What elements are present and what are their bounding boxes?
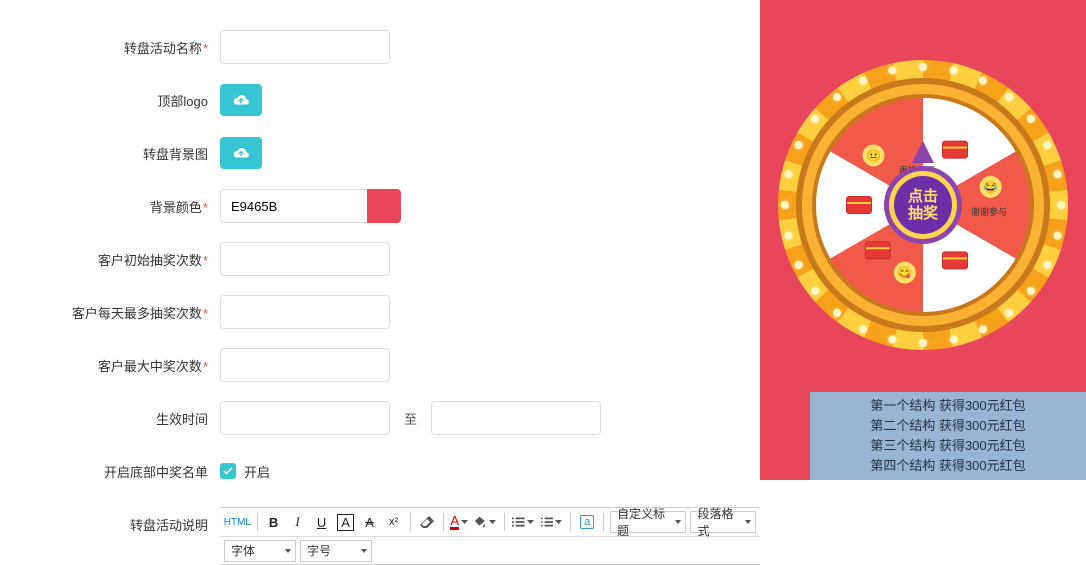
label-top-logo: 顶部logo <box>0 91 220 110</box>
row-max-count: 客户最大中奖次数* <box>0 348 760 382</box>
row-bg-color: 背景颜色* <box>0 189 760 223</box>
wheel-hub-button[interactable]: 点击 抽奖 <box>884 166 962 244</box>
editor-strike-button[interactable]: A <box>358 511 382 533</box>
row-description: 转盘活动说明 HTML B I U A A x² A <box>0 507 760 565</box>
upload-bg-button[interactable] <box>220 137 262 169</box>
row-bg-image: 转盘背景图 <box>0 136 760 170</box>
editor-backcolor-button[interactable] <box>471 511 500 533</box>
input-time-to[interactable] <box>431 401 601 435</box>
editor-border-button[interactable]: A <box>334 511 358 533</box>
input-activity-name[interactable] <box>220 30 390 64</box>
cloud-upload-icon <box>232 146 250 160</box>
label-init-count: 客户初始抽奖次数* <box>0 250 220 269</box>
editor-underline-button[interactable]: U <box>310 511 334 533</box>
chevron-down-icon <box>554 520 563 524</box>
label-max-count: 客户最大中奖次数* <box>0 356 220 375</box>
forecolor-a-icon: A <box>450 515 459 530</box>
checkbox-winners-label: 开启 <box>244 462 270 481</box>
editor-toolbar-row2: 字体 字号 <box>220 536 760 564</box>
sector-label: 谢谢参与 <box>971 205 1007 218</box>
separator <box>504 513 505 531</box>
editor-font-size-select[interactable]: 字号 <box>300 540 372 562</box>
editor-ordered-list-button[interactable] <box>509 511 538 533</box>
anchor-icon: a <box>580 515 594 529</box>
row-winners-toggle: 开启底部中奖名单 开启 <box>0 454 760 488</box>
separator <box>410 513 411 531</box>
emoji-icon: 😋 <box>894 262 916 284</box>
row-effective-time: 生效时间 至 <box>0 401 760 435</box>
wheel-preview-panel: 😂 谢谢参与 😋 😐 再接再厉 点击 抽奖 第一个结构 获得300元红包 第二个… <box>760 0 1086 480</box>
chevron-down-icon <box>526 520 535 524</box>
separator <box>443 513 444 531</box>
label-description: 转盘活动说明 <box>0 507 220 534</box>
row-activity-name: 转盘活动名称* <box>0 30 760 64</box>
redpacket-icon <box>942 251 968 269</box>
wheel-pointer-icon <box>912 141 934 163</box>
editor-eraser-button[interactable] <box>415 511 439 533</box>
winner-row: 第一个结构 获得300元红包 <box>818 396 1078 416</box>
input-max-count[interactable] <box>220 348 390 382</box>
label-bg-color: 背景颜色* <box>0 197 220 216</box>
cloud-upload-icon <box>232 93 250 107</box>
time-to-word: 至 <box>404 409 417 428</box>
input-bg-color[interactable] <box>220 189 367 223</box>
editor-italic-button[interactable]: I <box>286 511 310 533</box>
editor-forecolor-button[interactable]: A <box>447 511 471 533</box>
label-activity-name: 转盘活动名称* <box>0 38 220 57</box>
winner-row: 第二个结构 获得300元红包 <box>818 416 1078 436</box>
editor-bold-button[interactable]: B <box>262 511 286 533</box>
redpacket-icon <box>942 141 968 159</box>
form-area: 转盘活动名称* 顶部logo 转盘背景图 背景颜色* 客户初始抽奖次数* <box>0 0 760 565</box>
wheel-hub-label: 点击 抽奖 <box>894 176 952 234</box>
prize-wheel: 😂 谢谢参与 😋 😐 再接再厉 点击 抽奖 <box>778 60 1068 350</box>
winner-row: 第三个结构 获得300元红包 <box>818 436 1078 456</box>
label-winners-toggle: 开启底部中奖名单 <box>0 462 220 481</box>
emoji-icon: 😐 <box>863 145 885 167</box>
chevron-down-icon <box>460 520 468 524</box>
editor-html-button[interactable]: HTML <box>222 511 253 533</box>
upload-logo-button[interactable] <box>220 84 262 116</box>
editor-custom-title-select[interactable]: 自定义标题 <box>610 511 686 533</box>
editor-anchor-button[interactable]: a <box>575 511 599 533</box>
eraser-icon <box>420 516 434 528</box>
border-a-icon: A <box>337 514 354 531</box>
richtext-editor: HTML B I U A A x² A <box>220 507 760 565</box>
chevron-down-icon <box>488 520 497 524</box>
editor-font-family-select[interactable]: 字体 <box>224 540 296 562</box>
redpacket-icon <box>846 196 872 214</box>
separator <box>257 513 258 531</box>
bucket-icon <box>474 516 487 528</box>
editor-paragraph-format-select[interactable]: 段落格式 <box>690 511 756 533</box>
input-time-from[interactable] <box>220 401 390 435</box>
emoji-icon: 😂 <box>980 176 1002 198</box>
editor-unordered-list-button[interactable] <box>538 511 567 533</box>
checkbox-winners[interactable] <box>220 463 236 479</box>
row-daily-count: 客户每天最多抽奖次数* <box>0 295 760 329</box>
editor-superscript-button[interactable]: x² <box>382 511 406 533</box>
winners-list: 第一个结构 获得300元红包 第二个结构 获得300元红包 第三个结构 获得30… <box>810 392 1086 480</box>
row-top-logo: 顶部logo <box>0 83 760 117</box>
label-daily-count: 客户每天最多抽奖次数* <box>0 303 220 322</box>
separator <box>603 513 604 531</box>
label-bg-image: 转盘背景图 <box>0 144 220 163</box>
list-ol-icon <box>512 516 525 528</box>
check-icon <box>223 467 233 475</box>
label-effective-time: 生效时间 <box>0 409 220 428</box>
separator <box>570 513 571 531</box>
list-ul-icon <box>541 516 554 528</box>
winner-row: 第四个结构 获得300元红包 <box>818 456 1078 476</box>
row-init-count: 客户初始抽奖次数* <box>0 242 760 276</box>
input-daily-count[interactable] <box>220 295 390 329</box>
redpacket-icon <box>865 241 891 259</box>
input-init-count[interactable] <box>220 242 390 276</box>
color-swatch[interactable] <box>367 189 401 223</box>
